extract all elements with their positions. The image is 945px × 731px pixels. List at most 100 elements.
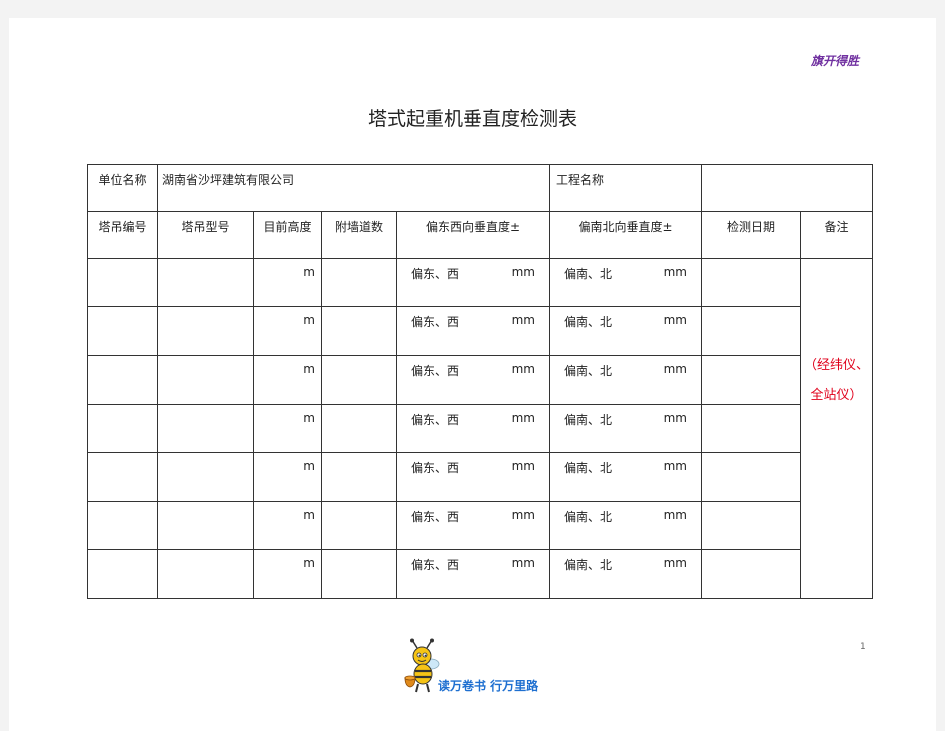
crane-model-cell[interactable]	[157, 404, 254, 453]
height-cell[interactable]: m	[253, 258, 322, 307]
height-unit: m	[303, 459, 315, 473]
crane-model-cell[interactable]	[157, 258, 254, 307]
project-name-label-cell: 工程名称	[549, 164, 702, 212]
unit-name-value-cell[interactable]: 湖南省沙坪建筑有限公司	[157, 164, 550, 212]
ew-unit: mm	[511, 556, 535, 570]
ew-deviation-cell[interactable]: 偏东、西 mm	[396, 404, 550, 453]
project-name-value-cell[interactable]	[701, 164, 873, 212]
height-unit: m	[303, 508, 315, 522]
crane-model-cell[interactable]	[157, 549, 254, 599]
crane-model-cell[interactable]	[157, 355, 254, 405]
crane-model-cell[interactable]	[157, 501, 254, 550]
wall-ties-cell[interactable]	[321, 306, 397, 356]
ew-unit: mm	[511, 459, 535, 473]
ns-deviation-cell[interactable]: 偏南、北 mm	[549, 355, 702, 405]
ew-label: 偏东、西	[411, 461, 460, 475]
ew-deviation-cell[interactable]: 偏东、西 mm	[396, 549, 550, 599]
column-header: 检测日期	[726, 220, 775, 234]
ew-unit: mm	[511, 265, 535, 279]
crane-id-cell[interactable]	[87, 306, 158, 356]
crane-id-cell[interactable]	[87, 549, 158, 599]
wall-ties-cell[interactable]	[321, 355, 397, 405]
inspection-date-cell[interactable]	[701, 258, 801, 307]
ew-deviation-cell[interactable]: 偏东、西 mm	[396, 258, 550, 307]
table-row: m 偏东、西 mm 偏南、北 mm	[87, 549, 873, 599]
height-cell[interactable]: m	[253, 306, 322, 356]
ew-label: 偏东、西	[411, 315, 460, 329]
crane-model-cell[interactable]	[157, 306, 254, 356]
inspection-date-cell[interactable]	[701, 404, 801, 453]
ew-label: 偏东、西	[411, 267, 460, 281]
crane-id-cell[interactable]	[87, 452, 158, 502]
inspection-date-cell[interactable]	[701, 306, 801, 356]
ns-deviation-cell[interactable]: 偏南、北 mm	[549, 452, 702, 502]
column-header: 偏东西向垂直度±	[425, 220, 521, 234]
table-row: m 偏东、西 mm 偏南、北 mm	[87, 404, 873, 453]
ns-unit: mm	[663, 313, 687, 327]
ew-label: 偏东、西	[411, 364, 460, 378]
project-name-label: 工程名称	[556, 173, 605, 187]
ns-unit: mm	[663, 459, 687, 473]
column-header: 目前高度	[263, 220, 312, 234]
crane-model-cell[interactable]	[157, 452, 254, 502]
wall-ties-cell[interactable]	[321, 258, 397, 307]
crane-id-cell[interactable]	[87, 404, 158, 453]
ew-deviation-cell[interactable]: 偏东、西 mm	[396, 452, 550, 502]
table-row: m 偏东、西 mm 偏南、北 mm （经纬仪、 全站仪）	[87, 258, 873, 599]
project-name-value	[703, 166, 872, 172]
height-cell[interactable]: m	[253, 501, 322, 550]
ew-label: 偏东、西	[411, 510, 460, 524]
height-unit: m	[303, 313, 315, 327]
page-title: 塔式起重机垂直度检测表	[367, 108, 577, 130]
height-cell[interactable]: m	[253, 549, 322, 599]
ns-label: 偏南、北	[564, 461, 613, 475]
ns-unit: mm	[663, 508, 687, 522]
ew-deviation-cell[interactable]: 偏东、西 mm	[396, 501, 550, 550]
table-row: m 偏东、西 mm 偏南、北 mm	[87, 306, 873, 356]
ns-unit: mm	[663, 265, 687, 279]
unit-name-value: 湖南省沙坪建筑有限公司	[162, 173, 295, 187]
inspection-date-cell[interactable]	[701, 549, 801, 599]
wall-ties-cell[interactable]	[321, 501, 397, 550]
wall-ties-cell[interactable]	[321, 404, 397, 453]
inspection-date-cell[interactable]	[701, 355, 801, 405]
ns-label: 偏南、北	[564, 558, 613, 572]
wall-ties-cell[interactable]	[321, 452, 397, 502]
ns-deviation-cell[interactable]: 偏南、北 mm	[549, 258, 702, 307]
inspection-date-cell[interactable]	[701, 452, 801, 502]
crane-id-cell[interactable]	[87, 258, 158, 307]
remark-line-2: 全站仪）	[810, 388, 863, 403]
ew-label: 偏东、西	[411, 558, 460, 572]
remark-line-1: （经纬仪、	[803, 358, 869, 373]
column-header: 备注	[824, 220, 849, 234]
table-row: m 偏东、西 mm 偏南、北 mm	[87, 452, 873, 502]
document-page: 旗开得胜 塔式起重机垂直度检测表 单位名称 湖南省沙坪建筑有限公司 工程名称 塔…	[9, 18, 936, 731]
column-header-row: 塔吊编号 塔吊型号 目前高度 附墙道数 偏东西向垂直度± 偏南北向垂直度± 检测…	[87, 211, 873, 259]
header-tag: 旗开得胜	[810, 54, 859, 68]
ew-unit: mm	[511, 508, 535, 522]
inspection-date-cell[interactable]	[701, 501, 801, 550]
ns-unit: mm	[663, 362, 687, 376]
ns-deviation-cell[interactable]: 偏南、北 mm	[549, 306, 702, 356]
height-cell[interactable]: m	[253, 355, 322, 405]
wall-ties-cell[interactable]	[321, 549, 397, 599]
table-row: m 偏东、西 mm 偏南、北 mm	[87, 355, 873, 405]
ew-deviation-cell[interactable]: 偏东、西 mm	[396, 306, 550, 356]
ns-deviation-cell[interactable]: 偏南、北 mm	[549, 501, 702, 550]
crane-id-cell[interactable]	[87, 501, 158, 550]
height-cell[interactable]: m	[253, 452, 322, 502]
ew-unit: mm	[511, 313, 535, 327]
ew-label: 偏东、西	[411, 413, 460, 427]
height-unit: m	[303, 411, 315, 425]
page-number: 1	[860, 642, 866, 652]
height-cell[interactable]: m	[253, 404, 322, 453]
ns-unit: mm	[663, 411, 687, 425]
ns-label: 偏南、北	[564, 267, 613, 281]
ns-deviation-cell[interactable]: 偏南、北 mm	[549, 549, 702, 599]
ew-deviation-cell[interactable]: 偏东、西 mm	[396, 355, 550, 405]
remark-cell: （经纬仪、 全站仪）	[800, 258, 873, 599]
ns-deviation-cell[interactable]: 偏南、北 mm	[549, 404, 702, 453]
crane-id-cell[interactable]	[87, 355, 158, 405]
ns-label: 偏南、北	[564, 364, 613, 378]
ns-label: 偏南、北	[564, 510, 613, 524]
